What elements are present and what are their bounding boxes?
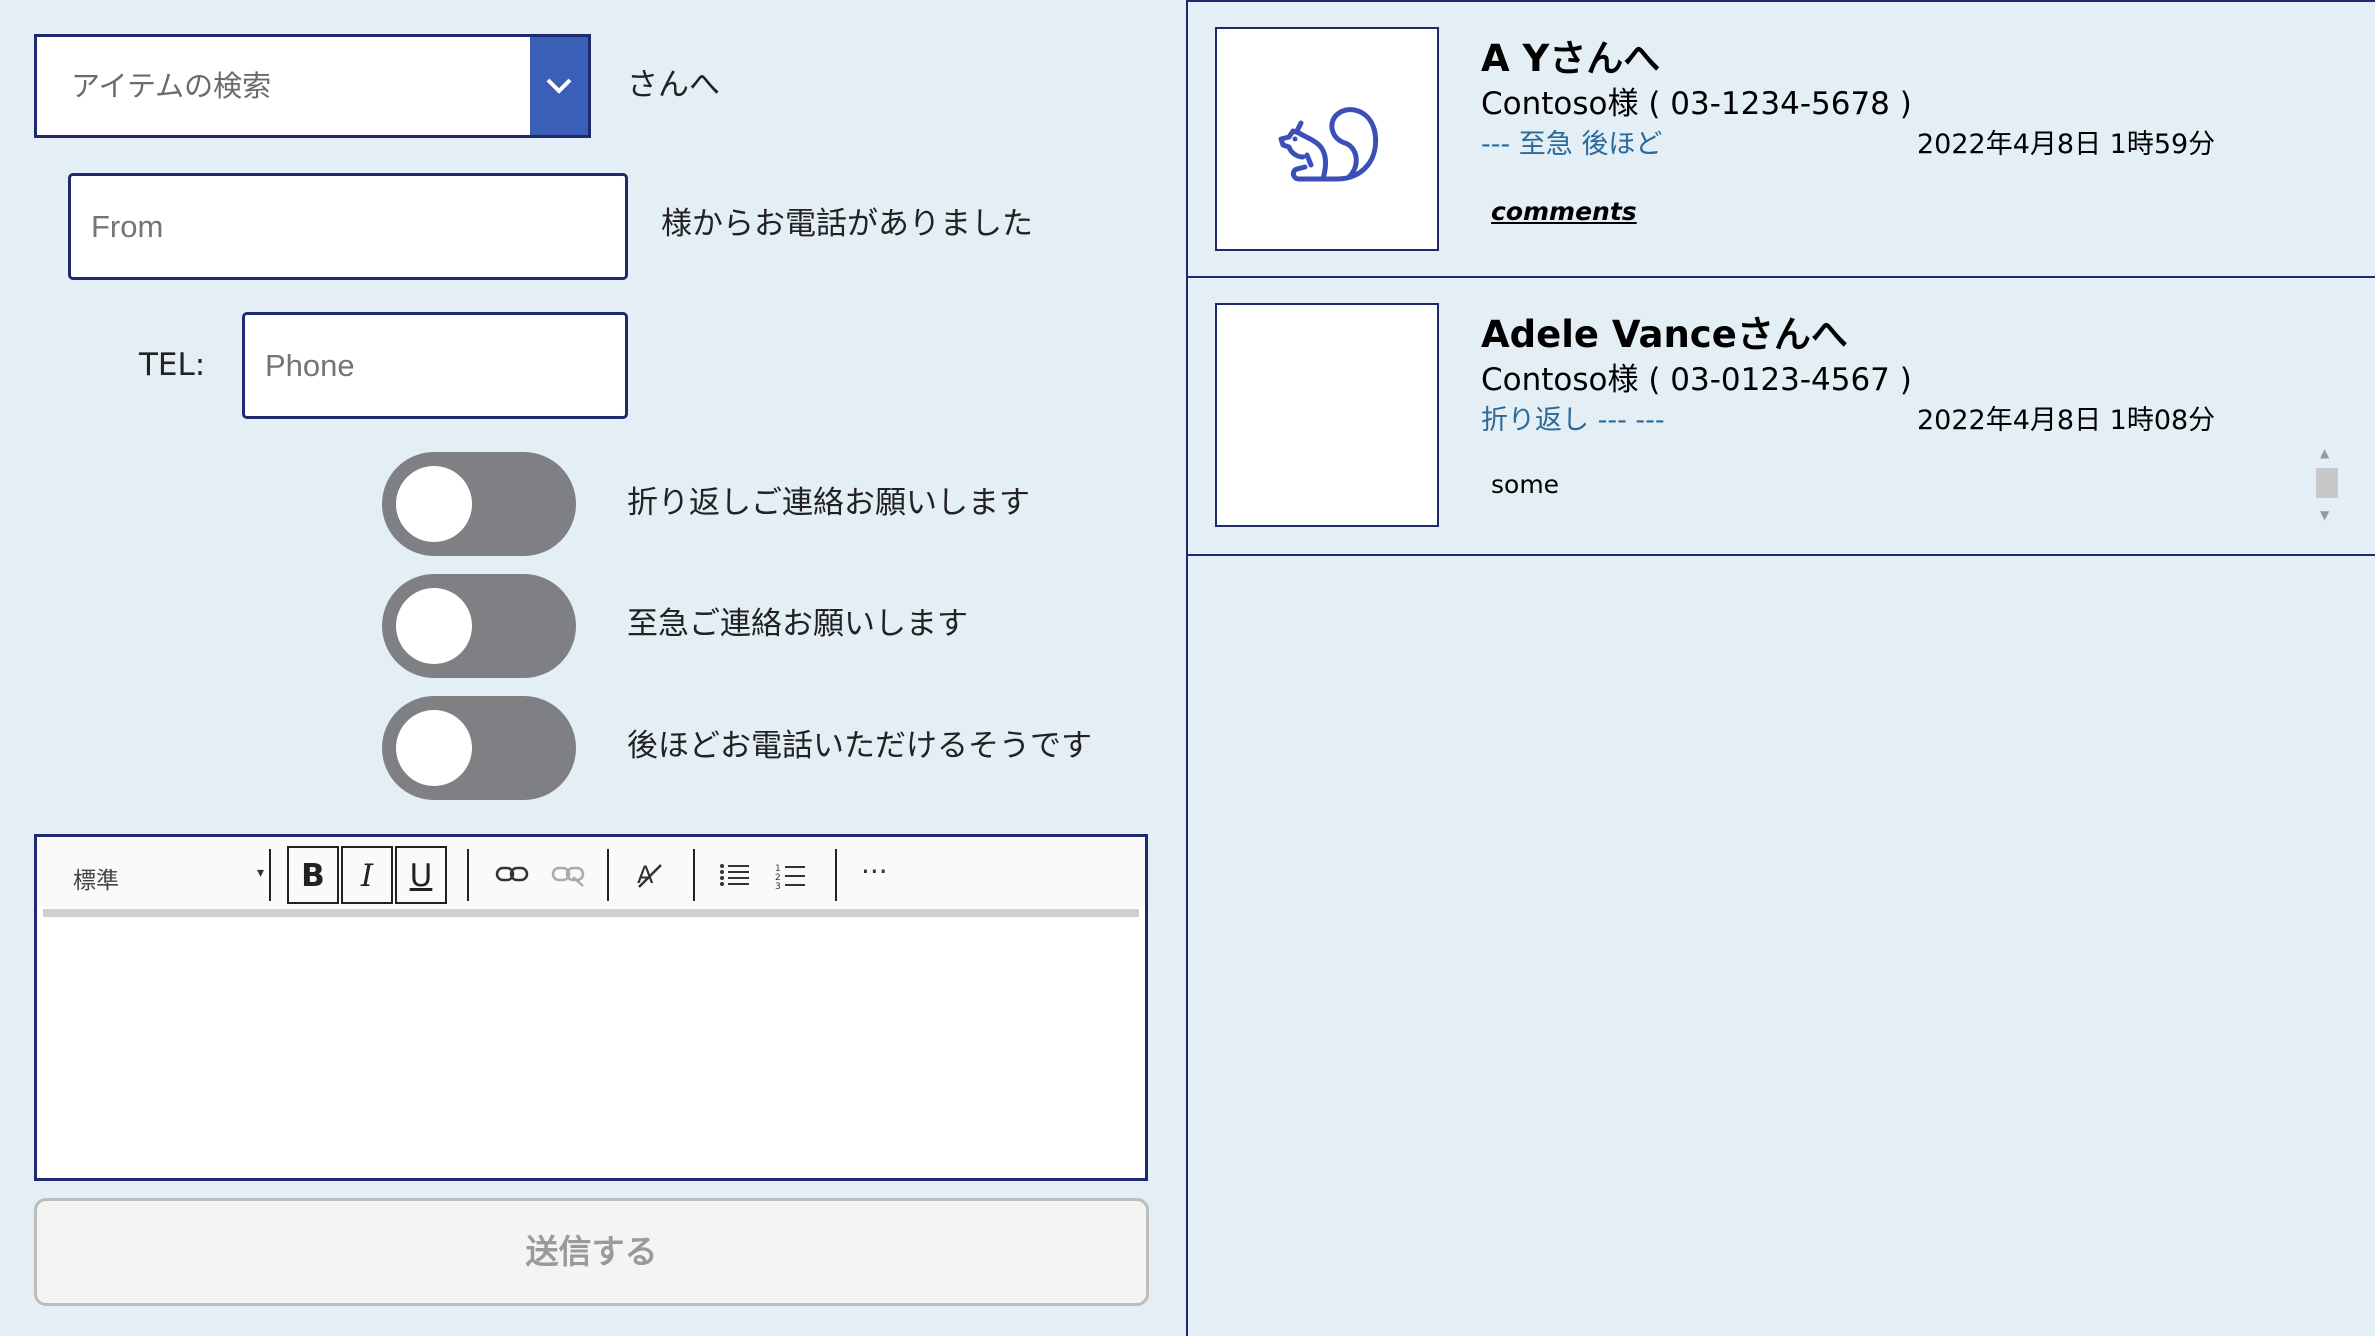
svg-text:3: 3 — [775, 882, 781, 889]
message-gallery: A Yさんへ Contoso様 ( 03-1234-5678 ) --- 至急 … — [1186, 0, 2375, 1336]
bulleted-list-icon[interactable] — [719, 861, 751, 889]
clear-formatting-icon[interactable]: A — [633, 859, 665, 891]
bold-button[interactable]: B — [287, 846, 339, 904]
recipient-combobox[interactable]: アイテムの検索 — [34, 34, 591, 138]
gallery-item[interactable]: Adele Vanceさんへ Contoso様 ( 03-0123-4567 )… — [1188, 276, 2375, 556]
toggle-knob — [396, 710, 472, 786]
caret-down-icon: ▾ — [257, 865, 265, 881]
toolbar-separator — [467, 849, 469, 901]
tel-label: TEL: — [139, 347, 206, 383]
toggle-knob — [396, 466, 472, 542]
item-comment: comments — [1491, 197, 1637, 226]
to-suffix-label: さんへ — [627, 67, 720, 103]
phone-input[interactable] — [242, 312, 628, 419]
item-flags: 折り返し --- --- — [1481, 405, 1665, 436]
chevron-down-icon — [546, 78, 572, 94]
callback-toggle[interactable] — [382, 452, 576, 556]
underline-button[interactable]: U — [395, 846, 447, 904]
toolbar-separator — [835, 849, 837, 901]
combobox-dropdown-button[interactable] — [530, 37, 588, 135]
gallery-item[interactable]: A Yさんへ Contoso様 ( 03-1234-5678 ) --- 至急 … — [1188, 0, 2375, 278]
italic-button[interactable]: I — [341, 846, 393, 904]
item-image — [1215, 303, 1439, 527]
toggle-knob — [396, 588, 472, 664]
more-options-icon[interactable]: ··· — [861, 855, 888, 888]
item-comment: some — [1491, 470, 1560, 499]
paragraph-style-select[interactable]: 標準 ▾ — [73, 861, 264, 894]
toolbar-separator — [607, 849, 609, 901]
toolbar-separator — [269, 849, 271, 901]
later-toggle-label: 後ほどお電話いただけるそうです — [627, 728, 1092, 764]
item-flags: --- 至急 後ほど — [1481, 129, 1663, 160]
recipient-combobox-placeholder: アイテムの検索 — [71, 69, 272, 103]
item-subtitle: Contoso様 ( 03-0123-4567 ) — [1481, 362, 1912, 398]
unlink-icon[interactable] — [551, 861, 585, 887]
item-date: 2022年4月8日 1時59分 — [1917, 129, 2216, 160]
item-title: Adele Vanceさんへ — [1481, 313, 1848, 356]
urgent-toggle[interactable] — [382, 574, 576, 678]
item-date: 2022年4月8日 1時08分 — [1917, 405, 2216, 436]
comment-scrollbar[interactable]: ▲ ▼ — [2314, 446, 2340, 530]
link-icon[interactable] — [495, 861, 529, 887]
from-input[interactable] — [68, 173, 628, 280]
rich-text-editor[interactable]: 標準 ▾ B I U A 1 2 3 ··· — [34, 834, 1148, 1181]
item-subtitle: Contoso様 ( 03-1234-5678 ) — [1481, 86, 1912, 122]
callback-toggle-label: 折り返しご連絡お願いします — [627, 485, 1030, 521]
item-image — [1215, 27, 1439, 251]
scroll-down-icon[interactable]: ▼ — [2320, 508, 2329, 522]
scroll-up-icon[interactable]: ▲ — [2320, 446, 2329, 460]
send-button[interactable]: 送信する — [34, 1198, 1149, 1306]
squirrel-icon — [1278, 107, 1379, 182]
toolbar-divider — [43, 909, 1139, 917]
from-suffix-label: 様からお電話がありました — [661, 206, 1033, 242]
editor-content-area[interactable] — [37, 919, 1145, 1178]
toolbar-separator — [693, 849, 695, 901]
paragraph-style-value: 標準 — [73, 868, 119, 894]
numbered-list-icon[interactable]: 1 2 3 — [775, 861, 807, 889]
editor-toolbar: 標準 ▾ B I U A 1 2 3 ··· — [37, 837, 1145, 907]
later-toggle[interactable] — [382, 696, 576, 800]
scrollbar-thumb[interactable] — [2316, 468, 2338, 498]
item-title: A Yさんへ — [1481, 37, 1661, 80]
urgent-toggle-label: 至急ご連絡お願いします — [627, 606, 968, 642]
